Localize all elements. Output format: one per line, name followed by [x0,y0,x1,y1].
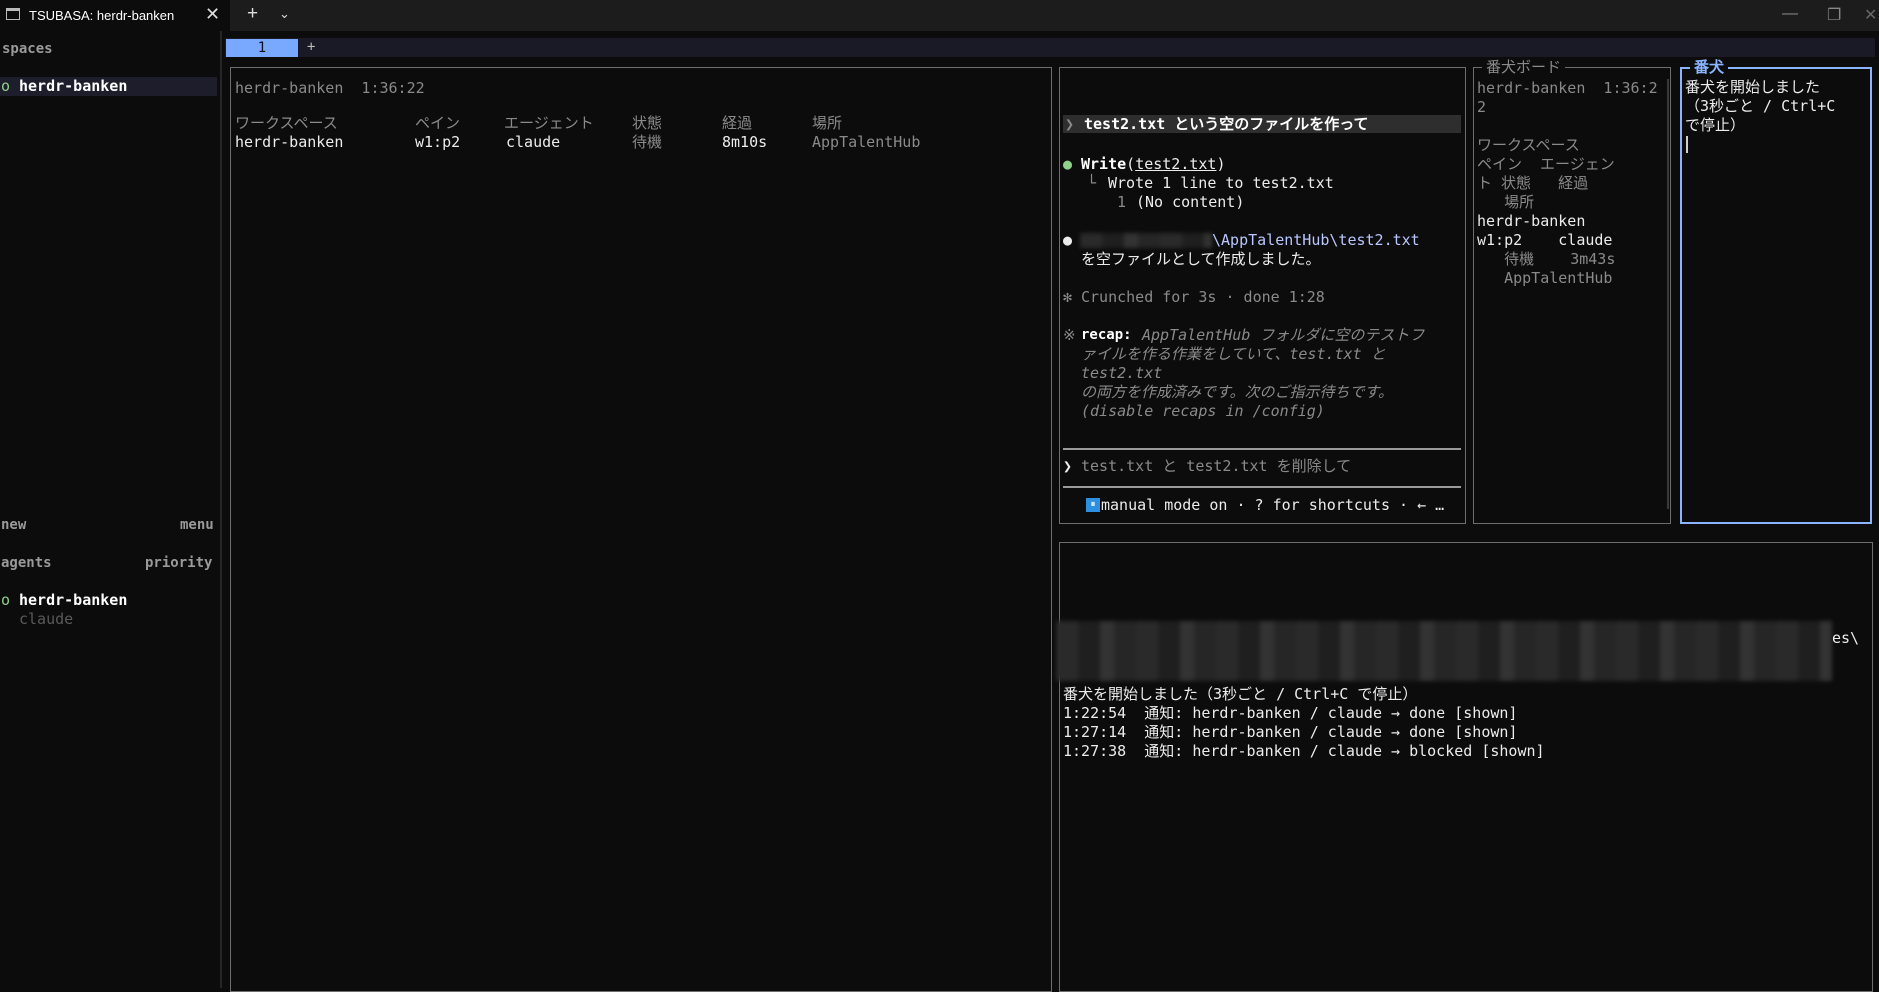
cell-state: 待機 [632,133,663,151]
user-prompt-row: ❯ test2.txt という空のファイルを作って [1063,115,1461,133]
prompt-input[interactable]: test.txt と test2.txt を削除して [1081,457,1351,476]
table-row: herdr-banken w1:p2 claude 待機 8m10s AppTa… [231,133,1031,152]
cell-pane: w1:p2 [415,133,461,151]
space-name: herdr-banken [19,77,128,95]
recap-icon: ※ [1063,326,1076,344]
board-line-10: 待機 3m43s [1477,250,1616,268]
log-line-2: 1:22:54 通知: herdr-banken / claude → done… [1063,704,1518,722]
agents-heading: agents [1,555,52,571]
column-header-agent: エージェント [504,114,594,132]
banken-pane-title: 番犬 [1690,59,1729,76]
board-line-4: ワークスペース [1477,136,1580,154]
claude-session-pane[interactable]: ❯ test2.txt という空のファイルを作って ● Write(test2.… [1059,67,1466,524]
chevron-down-icon[interactable]: ⌄ [279,6,290,22]
pane-header: herdr-banken 1:36:22 [235,79,425,97]
banken-line-2: （3秒ごと / Ctrl+C [1685,97,1836,115]
tool-call-line: Write(test2.txt) [1081,155,1226,173]
column-header-location: 場所 [812,114,843,132]
input-divider-top [1063,448,1461,450]
agent-workspace-name: herdr-banken [19,591,128,609]
new-tab-button[interactable]: + [247,3,258,25]
redacted-command-blur [1056,621,1832,681]
recap-line-2: ァイルを作る作業をしていて、test.txt と [1081,345,1386,363]
terminal-icon [6,8,20,20]
recap-line-5: (disable recaps in /config) [1081,402,1325,420]
redacted-path-blur [1080,233,1212,248]
recap-label: recap: [1081,327,1132,343]
spaces-heading: spaces [2,41,53,57]
workspace-tab-1[interactable]: 1 [226,39,298,57]
reply-dot: ● [1063,231,1073,249]
agent-status-indicator: o [1,591,11,609]
recap-line-1: AppTalentHub フォルダに空のテストフ [1142,326,1425,344]
banken-pane[interactable]: 番犬 番犬を開始しました （3秒ごと / Ctrl+C で停止） [1680,59,1872,524]
board-line-5: ペイン エージェン [1477,155,1615,173]
board-scrollbar[interactable] [1667,79,1669,509]
tool-result-content: (No content) [1136,193,1245,211]
crunched-icon: ✻ [1063,288,1073,306]
sidebar: spaces o herdr-banken new menu agents pr… [0,31,222,988]
minimize-button[interactable]: — [1782,5,1798,23]
space-status-indicator: o [1,77,11,95]
add-workspace-tab-button[interactable]: + [307,38,315,57]
priority-sort-button[interactable]: priority [145,554,212,573]
column-header-pane: ペイン [415,114,461,132]
tab-title: TSUBASA: herdr-banken [29,8,175,23]
space-item-herdr-banken[interactable]: o herdr-banken [0,77,217,96]
pause-icon: ⏸ [1086,498,1100,512]
workspace-tab-bar: 1 + [225,38,1875,57]
input-marker: ❯ [1063,457,1073,475]
log-line-1: 番犬を開始しました（3秒ごと / Ctrl+C で停止） [1063,685,1418,703]
path-tail: es\ [1832,629,1860,647]
tool-result-branch: └ [1087,174,1097,192]
board-line-7: 場所 [1477,193,1535,211]
user-prompt-text: test2.txt という空のファイルを作って [1084,115,1369,133]
cell-location: AppTalentHub [812,133,921,151]
board-line-9: w1:p2 claude [1477,231,1613,249]
tool-status-dot: ● [1063,155,1073,173]
column-header-state: 状態 [632,114,663,132]
new-space-button[interactable]: new [1,516,26,535]
menu-button[interactable]: menu [180,516,214,535]
board-pane-title: 番犬ボード [1482,59,1566,76]
crunched-status: Crunched for 3s · done 1:28 [1081,288,1325,306]
prompt-marker: ❯ [1065,115,1075,133]
cell-agent: claude [506,133,561,151]
column-header-elapsed: 経過 [722,114,753,132]
agent-type: claude [19,610,74,628]
mode-status[interactable]: manual mode on · ? for shortcuts · ← … [1101,496,1444,515]
maximize-button[interactable]: ❐ [1827,5,1841,25]
log-line-3: 1:27:14 通知: herdr-banken / claude → done… [1063,723,1518,741]
reply-text: を空ファイルとして作成しました。 [1081,250,1321,268]
tool-arg: test2.txt [1135,155,1217,173]
window-close-button[interactable]: ✕ [1864,5,1877,25]
board-line-8: herdr-banken [1477,212,1586,230]
tool-name: Write [1081,155,1127,173]
board-line-2: 2 [1477,98,1487,116]
workspace-status-pane[interactable]: herdr-banken 1:36:22 ワークスペース ペイン エージェント … [230,67,1052,992]
tab-close-icon[interactable]: ✕ [205,4,220,25]
banken-board-pane[interactable]: 番犬ボード herdr-banken 1:36:2 2 ワークスペース ペイン … [1473,59,1671,524]
board-line-1: herdr-banken 1:36:2 [1477,79,1658,97]
reply-path[interactable]: \AppTalentHub\test2.txt [1212,231,1420,250]
column-header-workspace: ワークスペース [235,114,338,132]
terminal-tab[interactable]: TSUBASA: herdr-banken ✕ [0,0,230,31]
tool-result-line-number: 1 [1117,193,1127,211]
text-cursor [1686,136,1688,153]
tool-result-text: Wrote 1 line to test2.txt [1108,174,1334,192]
cell-workspace: herdr-banken [235,133,344,151]
title-bar: TSUBASA: herdr-banken ✕ + ⌄ — ❐ ✕ [0,0,1879,31]
board-line-6: ト 状態 経過 [1477,174,1589,192]
recap-line-3: test2.txt [1081,364,1163,382]
board-line-11: AppTalentHub [1477,269,1613,287]
log-line-4: 1:27:38 通知: herdr-banken / claude → bloc… [1063,742,1545,760]
cell-elapsed: 8m10s [722,133,768,151]
agent-item-herdr-banken[interactable]: o herdr-banken claude [0,591,217,629]
input-divider-bottom [1063,486,1461,488]
banken-log-pane[interactable]: es\ 番犬を開始しました（3秒ごと / Ctrl+C で停止） 1:22:54… [1056,542,1873,992]
recap-line-4: の両方を作成済みです。次のご指示待ちです。 [1081,383,1394,401]
banken-line-1: 番犬を開始しました [1685,78,1821,96]
banken-line-3: で停止） [1685,116,1746,134]
